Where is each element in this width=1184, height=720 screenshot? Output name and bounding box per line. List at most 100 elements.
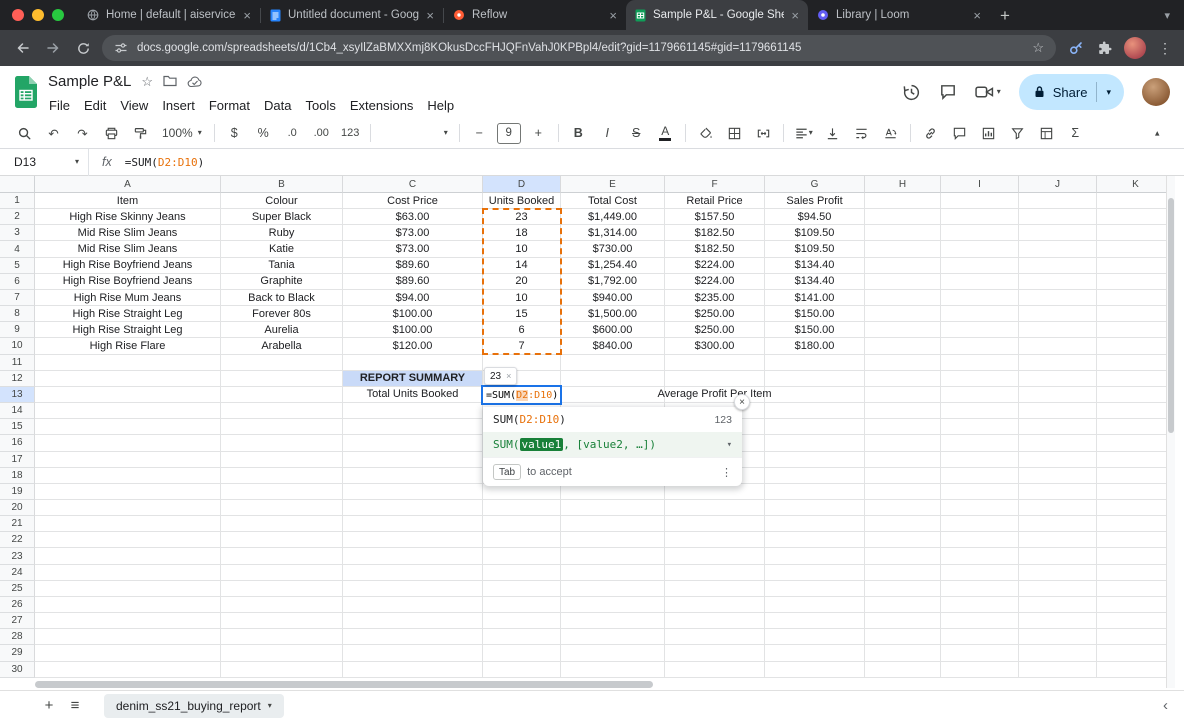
cell-B18[interactable]: [221, 468, 343, 484]
cell-J21[interactable]: [1019, 516, 1097, 532]
back-button[interactable]: [12, 37, 34, 59]
cell-F12[interactable]: [665, 371, 765, 387]
cell-I25[interactable]: [941, 581, 1019, 597]
column-header-G[interactable]: G: [765, 176, 865, 193]
cell-K19[interactable]: [1097, 484, 1175, 500]
close-helper-button[interactable]: ×: [734, 394, 750, 410]
cell-G15[interactable]: [765, 419, 865, 435]
browser-tab-reflow[interactable]: Reflow ×: [444, 0, 626, 30]
cell-G3[interactable]: $109.50: [765, 225, 865, 241]
cell-E27[interactable]: [561, 613, 665, 629]
cell-C22[interactable]: [343, 532, 483, 548]
cell-G28[interactable]: [765, 629, 865, 645]
cell-E5[interactable]: $1,254.40: [561, 258, 665, 274]
cell-I20[interactable]: [941, 500, 1019, 516]
formula-input[interactable]: =SUM(D2:D10): [125, 156, 205, 169]
cell-C25[interactable]: [343, 581, 483, 597]
paint-format-button[interactable]: [126, 121, 155, 145]
cell-C29[interactable]: [343, 645, 483, 661]
cell-A2[interactable]: High Rise Skinny Jeans: [35, 209, 221, 225]
cell-A22[interactable]: [35, 532, 221, 548]
cell-E8[interactable]: $1,500.00: [561, 306, 665, 322]
cell-K10[interactable]: [1097, 338, 1175, 354]
more-formats-button[interactable]: 123: [336, 121, 365, 145]
cell-E6[interactable]: $1,792.00: [561, 274, 665, 290]
cell-D9[interactable]: 6: [483, 322, 561, 338]
cell-B10[interactable]: Arabella: [221, 338, 343, 354]
cell-F11[interactable]: [665, 355, 765, 371]
cell-H24[interactable]: [865, 565, 941, 581]
cell-E22[interactable]: [561, 532, 665, 548]
cell-J17[interactable]: [1019, 452, 1097, 468]
formula-suggestion-row[interactable]: SUM(D2:D10) 123: [483, 407, 742, 432]
cell-H20[interactable]: [865, 500, 941, 516]
font-size-input[interactable]: 9: [497, 123, 521, 144]
menu-format[interactable]: Format: [202, 96, 257, 115]
browser-profile-avatar[interactable]: [1124, 37, 1146, 59]
cell-H8[interactable]: [865, 306, 941, 322]
cell-C23[interactable]: [343, 548, 483, 564]
menu-help[interactable]: Help: [420, 96, 461, 115]
menu-edit[interactable]: Edit: [77, 96, 113, 115]
cell-I2[interactable]: [941, 209, 1019, 225]
cell-I28[interactable]: [941, 629, 1019, 645]
cell-D25[interactable]: [483, 581, 561, 597]
cell-F9[interactable]: $250.00: [665, 322, 765, 338]
cell-K16[interactable]: [1097, 435, 1175, 451]
undo-button[interactable]: ↶: [39, 121, 68, 145]
cell-F4[interactable]: $182.50: [665, 241, 765, 257]
cell-H25[interactable]: [865, 581, 941, 597]
cell-J24[interactable]: [1019, 565, 1097, 581]
cell-G8[interactable]: $150.00: [765, 306, 865, 322]
cell-C28[interactable]: [343, 629, 483, 645]
cell-F3[interactable]: $182.50: [665, 225, 765, 241]
cell-C11[interactable]: [343, 355, 483, 371]
cell-E7[interactable]: $940.00: [561, 290, 665, 306]
reload-button[interactable]: [72, 37, 94, 59]
zoom-dropdown[interactable]: 100% ▾: [155, 126, 209, 140]
cell-B9[interactable]: Aurelia: [221, 322, 343, 338]
cell-H27[interactable]: [865, 613, 941, 629]
cell-E21[interactable]: [561, 516, 665, 532]
cell-K20[interactable]: [1097, 500, 1175, 516]
cell-F7[interactable]: $235.00: [665, 290, 765, 306]
cell-D4[interactable]: 10: [483, 241, 561, 257]
extensions-puzzle-icon[interactable]: [1096, 40, 1112, 56]
window-minimize-button[interactable]: [32, 9, 44, 21]
cell-E4[interactable]: $730.00: [561, 241, 665, 257]
cell-F24[interactable]: [665, 565, 765, 581]
cell-K9[interactable]: [1097, 322, 1175, 338]
cell-G6[interactable]: $134.40: [765, 274, 865, 290]
cell-B4[interactable]: Katie: [221, 241, 343, 257]
close-icon[interactable]: ×: [506, 371, 511, 381]
cell-I16[interactable]: [941, 435, 1019, 451]
cell-G26[interactable]: [765, 597, 865, 613]
cell-J9[interactable]: [1019, 322, 1097, 338]
browser-tab-docs[interactable]: Untitled document - Google D... ×: [261, 0, 443, 30]
cell-G14[interactable]: [765, 403, 865, 419]
column-header-I[interactable]: I: [941, 176, 1019, 193]
cell-J15[interactable]: [1019, 419, 1097, 435]
cell-D8[interactable]: 15: [483, 306, 561, 322]
row-header-21[interactable]: 21: [0, 516, 35, 532]
cell-I30[interactable]: [941, 662, 1019, 678]
cell-A23[interactable]: [35, 548, 221, 564]
cell-B11[interactable]: [221, 355, 343, 371]
cell-B17[interactable]: [221, 452, 343, 468]
cell-F22[interactable]: [665, 532, 765, 548]
cell-I3[interactable]: [941, 225, 1019, 241]
cell-B21[interactable]: [221, 516, 343, 532]
format-currency-button[interactable]: $: [220, 121, 249, 145]
close-icon[interactable]: ×: [609, 9, 617, 22]
cell-B27[interactable]: [221, 613, 343, 629]
cell-C10[interactable]: $120.00: [343, 338, 483, 354]
cell-J12[interactable]: [1019, 371, 1097, 387]
cell-E29[interactable]: [561, 645, 665, 661]
text-wrap-button[interactable]: [847, 121, 876, 145]
cell-H3[interactable]: [865, 225, 941, 241]
function-signature-row[interactable]: SUM(value1, [value2, …]) ▾: [483, 432, 742, 457]
hide-toolbar-chevron[interactable]: ▾: [1155, 128, 1160, 139]
cell-F26[interactable]: [665, 597, 765, 613]
cell-F10[interactable]: $300.00: [665, 338, 765, 354]
cell-F21[interactable]: [665, 516, 765, 532]
